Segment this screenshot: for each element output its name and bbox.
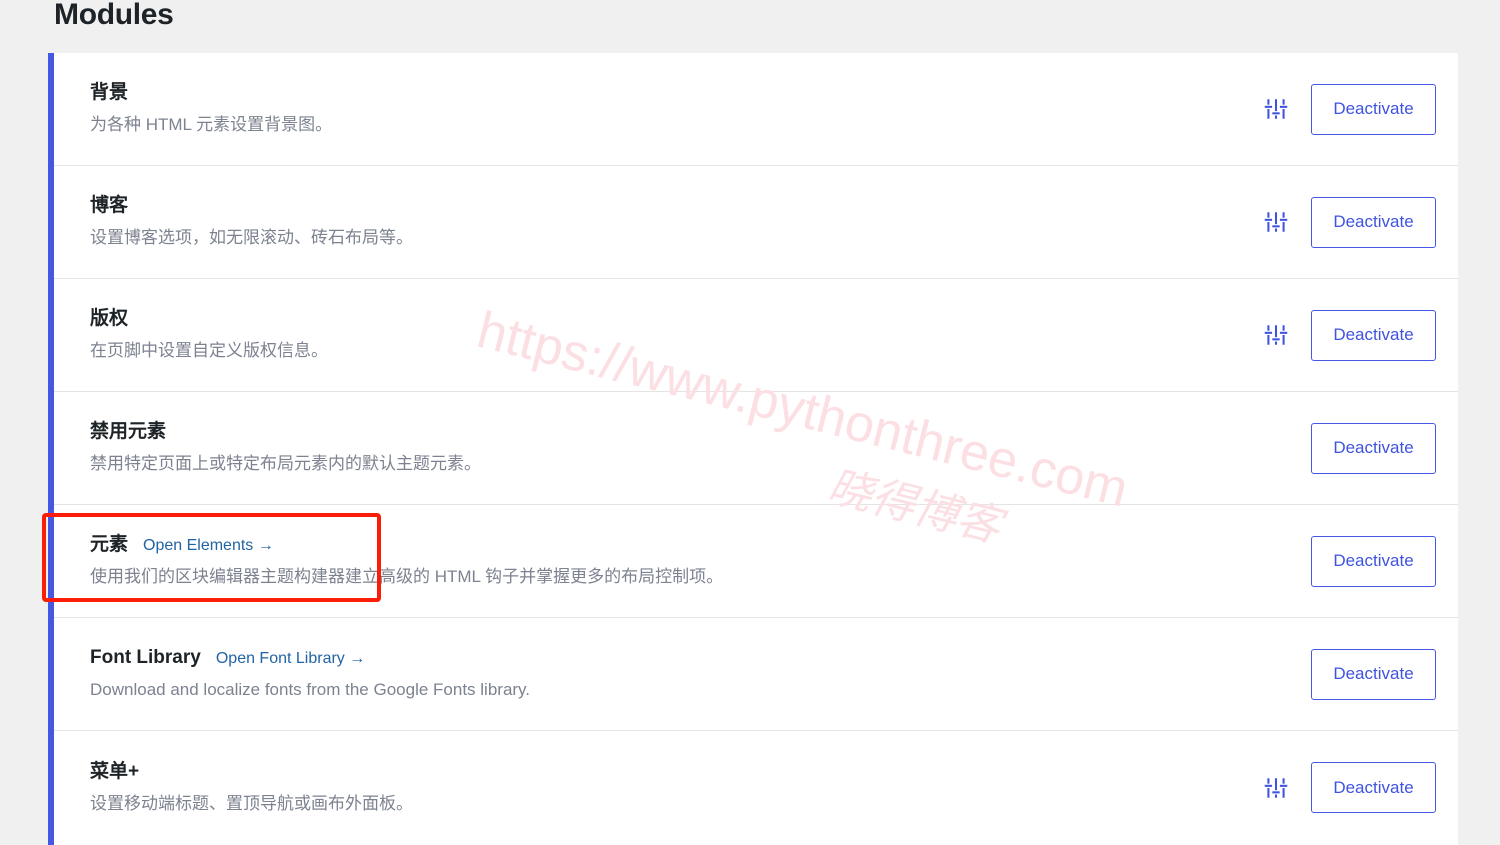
deactivate-button[interactable]: Deactivate <box>1311 196 1436 248</box>
module-info: 禁用元素禁用特定页面上或特定布局元素内的默认主题元素。 <box>90 420 1259 476</box>
module-actions: Deactivate <box>1259 309 1436 361</box>
deactivate-button[interactable]: Deactivate <box>1311 535 1436 587</box>
deactivate-button[interactable]: Deactivate <box>1311 309 1436 361</box>
deactivate-button[interactable]: Deactivate <box>1311 83 1436 135</box>
module-title-line: 禁用元素 <box>90 420 1259 444</box>
page-title: Modules <box>54 0 174 31</box>
module-open-link[interactable]: Open Font Library → <box>216 649 365 669</box>
module-description: 在页脚中设置自定义版权信息。 <box>90 341 328 360</box>
deactivate-button[interactable]: Deactivate <box>1311 648 1436 700</box>
module-name: 版权 <box>90 308 129 329</box>
module-row: 背景为各种 HTML 元素设置背景图。 Deactivate <box>54 53 1458 166</box>
module-actions: Deactivate <box>1259 535 1436 587</box>
module-description: 为各种 HTML 元素设置背景图。 <box>90 115 333 134</box>
module-actions: Deactivate <box>1259 762 1436 813</box>
module-name: 禁用元素 <box>90 421 167 442</box>
sliders-icon[interactable] <box>1259 318 1293 352</box>
sliders-icon[interactable] <box>1259 92 1293 126</box>
module-info: 背景为各种 HTML 元素设置背景图。 <box>90 81 1259 137</box>
deactivate-button[interactable]: Deactivate <box>1311 422 1436 474</box>
module-name: 元素 <box>90 534 129 555</box>
module-info: Font Library Open Font Library → Download … <box>90 646 1259 702</box>
module-title-line: 菜单+ <box>90 760 1259 784</box>
module-actions: Deactivate <box>1259 422 1436 474</box>
module-info: 博客设置博客选项，如无限滚动、砖石布局等。 <box>90 194 1259 250</box>
sliders-icon[interactable] <box>1259 771 1293 805</box>
module-actions: Deactivate <box>1259 648 1436 700</box>
module-name: Font Library <box>90 647 201 668</box>
module-actions: Deactivate <box>1259 196 1436 248</box>
module-row: 禁用元素禁用特定页面上或特定布局元素内的默认主题元素。 Deactivate <box>54 392 1458 505</box>
module-row: 菜单+ 设置移动端标题、置顶导航或画布外面板。 Deactivate <box>54 731 1458 844</box>
module-name: 菜单+ <box>90 760 140 782</box>
module-info: 菜单+ 设置移动端标题、置顶导航或画布外面板。 <box>90 760 1259 816</box>
module-description: 设置博客选项，如无限滚动、砖石布局等。 <box>90 228 413 247</box>
sliders-icon[interactable] <box>1259 205 1293 239</box>
module-row: 博客设置博客选项，如无限滚动、砖石布局等。 Deactivate <box>54 166 1458 279</box>
module-row: 元素 Open Elements → 使用我们的区块编辑器主题构建器建立高级的 HT… <box>54 505 1458 618</box>
module-row: Font Library Open Font Library → Download … <box>54 618 1458 731</box>
module-info: 元素 Open Elements → 使用我们的区块编辑器主题构建器建立高级的 HT… <box>90 533 1259 589</box>
module-info: 版权在页脚中设置自定义版权信息。 <box>90 307 1259 363</box>
module-name: 背景 <box>90 82 129 103</box>
module-description: 设置移动端标题、置顶导航或画布外面板。 <box>90 793 413 813</box>
module-row: 版权在页脚中设置自定义版权信息。 Deactivate <box>54 279 1458 392</box>
module-description: Download and localize fonts from the Goo… <box>90 680 531 699</box>
module-title-line: 元素 Open Elements → <box>90 533 1259 557</box>
module-open-link[interactable]: Open Elements → <box>143 536 274 556</box>
module-name: 博客 <box>90 195 129 216</box>
deactivate-button[interactable]: Deactivate <box>1311 762 1436 813</box>
module-title-line: 背景 <box>90 81 1259 105</box>
module-description: 使用我们的区块编辑器主题构建器建立高级的 HTML 钩子并掌握更多的布局控制项。 <box>90 567 724 586</box>
module-title-line: 版权 <box>90 307 1259 331</box>
module-description: 禁用特定页面上或特定布局元素内的默认主题元素。 <box>90 454 481 473</box>
modules-list-card: 背景 为各种 HTML 元素设置背景图。 Deactivate 博客 设置博客选项，如无… <box>48 53 1458 845</box>
module-actions: Deactivate <box>1259 83 1436 135</box>
module-title-line: Font Library Open Font Library → <box>90 646 1259 670</box>
module-title-line: 博客 <box>90 194 1259 218</box>
